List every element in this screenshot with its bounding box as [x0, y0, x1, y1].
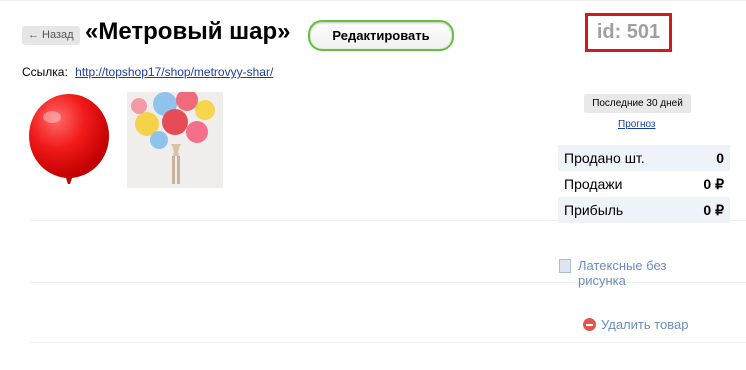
product-id-badge: id: 501 — [585, 13, 672, 52]
product-url-link[interactable]: http://topshop17/shop/metrovyy-shar/ — [75, 65, 273, 79]
stat-row-sold: Продано шт. 0 — [558, 145, 730, 171]
divider — [30, 342, 746, 343]
product-image-red-balloon[interactable] — [22, 92, 118, 188]
back-label: Назад — [42, 29, 74, 41]
product-image-balloons-bunch[interactable] — [127, 92, 223, 188]
arrow-left-icon: ← — [28, 29, 39, 41]
delete-label: Удалить товар — [601, 317, 689, 332]
stats-table: Продано шт. 0 Продажи 0 ₽ Прибыль 0 ₽ — [558, 145, 730, 223]
stat-label: Продажи — [564, 176, 623, 192]
product-link-row: Ссылка: http://topshop17/shop/metrovyy-s… — [22, 65, 273, 79]
back-button[interactable]: ← Назад — [22, 26, 80, 45]
minus-circle-icon — [583, 318, 596, 331]
stat-value: 0 ₽ — [703, 175, 724, 192]
forecast-link[interactable]: Прогноз — [618, 119, 656, 130]
divider — [30, 220, 746, 221]
stat-label: Продано шт. — [564, 150, 645, 166]
page-title: «Метровый шар» — [85, 18, 291, 45]
document-icon — [559, 259, 571, 273]
stat-value: 0 ₽ — [703, 201, 724, 218]
top-divider — [0, 0, 746, 5]
category-link[interactable]: Латексные без рисунка — [559, 258, 709, 288]
category-label: Латексные без рисунка — [578, 258, 667, 288]
delete-product-button[interactable]: Удалить товар — [583, 317, 689, 332]
stat-value: 0 — [716, 150, 724, 166]
period-selector[interactable]: Последние 30 дней — [584, 94, 691, 113]
edit-button[interactable]: Редактировать — [308, 20, 454, 51]
stat-row-sales: Продажи 0 ₽ — [558, 171, 730, 197]
link-label: Ссылка: — [22, 65, 68, 79]
stat-label: Прибыль — [564, 202, 624, 218]
